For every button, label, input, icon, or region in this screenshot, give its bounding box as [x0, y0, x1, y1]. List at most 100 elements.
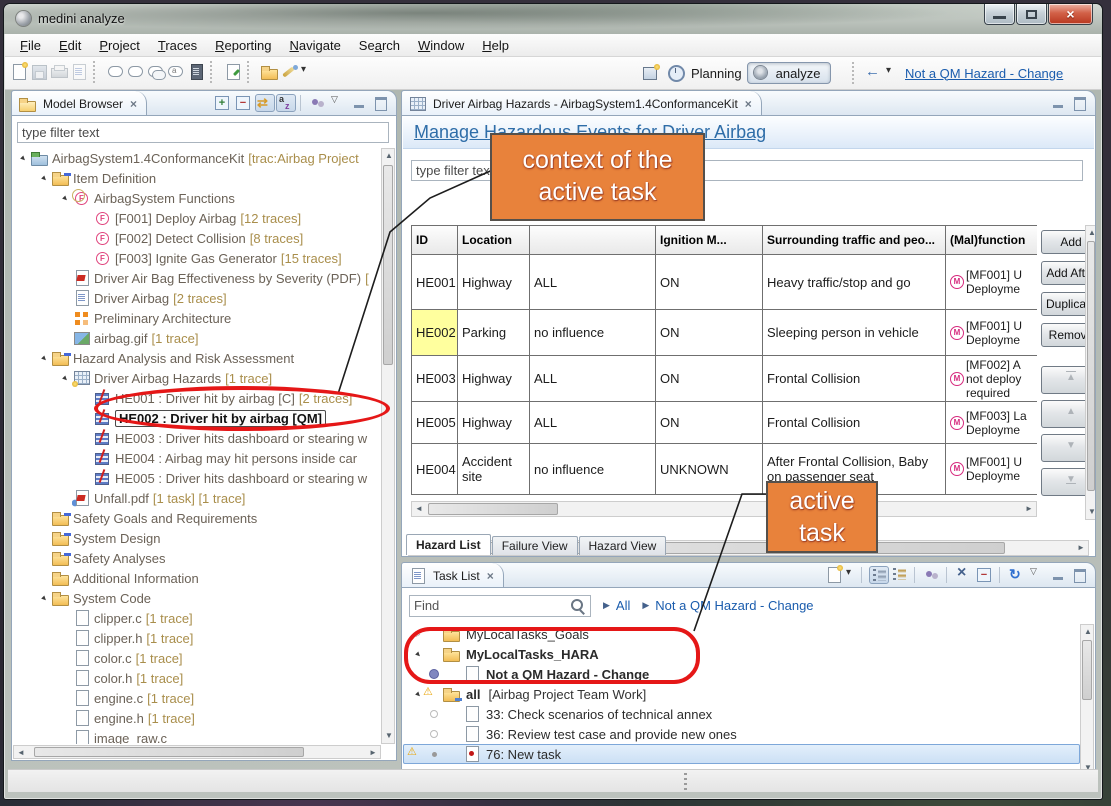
- view-menu-icon[interactable]: [329, 94, 349, 112]
- id-cell[interactable]: HE005: [412, 402, 458, 444]
- menu-project[interactable]: Project: [90, 36, 148, 55]
- checklist-icon[interactable]: [223, 63, 243, 81]
- table-cell[interactable]: Highway: [458, 402, 530, 444]
- expand-arrow-icon[interactable]: [410, 629, 426, 640]
- link-with-editor-icon[interactable]: [255, 94, 275, 112]
- collapse-all-icon[interactable]: [975, 566, 995, 584]
- dropdown-arrow-icon[interactable]: [845, 566, 857, 584]
- editor-vscrollbar[interactable]: ▲ ▼: [1085, 225, 1096, 520]
- id-cell[interactable]: HE002: [412, 310, 458, 356]
- tree-item[interactable]: [F003] Ignite Gas Generator[15 traces]: [13, 248, 381, 268]
- editor-tab[interactable]: Driver Airbag Hazards - AirbagSystem1.4C…: [402, 91, 762, 116]
- delete-task-icon[interactable]: [954, 566, 974, 584]
- open-perspective-icon[interactable]: [641, 64, 661, 82]
- menu-traces[interactable]: Traces: [149, 36, 206, 55]
- close-icon[interactable]: ×: [487, 569, 494, 583]
- column-header[interactable]: Surrounding traffic and peo...: [763, 225, 946, 255]
- save-icon[interactable]: [29, 63, 49, 81]
- tree-item[interactable]: Item Definition: [13, 168, 381, 188]
- back-icon[interactable]: [865, 64, 885, 82]
- malfunction-cell[interactable]: [MF003] LaDeployme: [946, 402, 1037, 444]
- model-browser-tab[interactable]: Model Browser ×: [12, 91, 147, 116]
- column-header[interactable]: Location: [458, 225, 530, 255]
- menu-file[interactable]: File: [11, 36, 50, 55]
- tree-item[interactable]: Safety Analyses: [13, 548, 381, 568]
- table-row[interactable]: HE005HighwayALLONFrontal Collision[MF003…: [412, 402, 1037, 444]
- tree-item[interactable]: Driver Airbag Hazards[1 trace]: [13, 368, 381, 388]
- crumb-all-link[interactable]: All: [616, 598, 630, 613]
- table-cell[interactable]: ON: [656, 402, 763, 444]
- move-bottom-button[interactable]: ▼: [1041, 468, 1085, 496]
- move-up-button[interactable]: ▲: [1041, 400, 1085, 428]
- tab-hazard-view[interactable]: Hazard View: [579, 536, 667, 555]
- tab-hazard-list[interactable]: Hazard List: [406, 534, 491, 555]
- malfunction-cell[interactable]: [MF001] UDeployme: [946, 255, 1037, 310]
- malfunction-cell[interactable]: [MF001] UDeployme: [946, 310, 1037, 356]
- active-task-link[interactable]: Not a QM Hazard - Change: [905, 66, 1063, 81]
- find-input[interactable]: [410, 596, 560, 615]
- group-schedule-icon[interactable]: [890, 566, 910, 584]
- table-cell[interactable]: ON: [656, 310, 763, 356]
- new-task-icon[interactable]: [824, 566, 844, 584]
- table-cell[interactable]: ON: [656, 255, 763, 310]
- table-cell[interactable]: UNKNOWN: [656, 444, 763, 495]
- model-tree-hscrollbar[interactable]: ◄ ►: [13, 745, 381, 759]
- table-cell[interactable]: Sleeping person in vehicle: [763, 310, 946, 356]
- table-cell[interactable]: no influence: [530, 310, 656, 356]
- tree-item[interactable]: Additional Information: [13, 568, 381, 588]
- tree-item[interactable]: clipper.h[1 trace]: [13, 628, 381, 648]
- maximize-icon[interactable]: [371, 94, 391, 112]
- table-cell[interactable]: no influence: [530, 444, 656, 495]
- model-tree-vscrollbar[interactable]: ▲ ▼: [381, 148, 395, 744]
- tree-item[interactable]: engine.h[1 trace]: [13, 708, 381, 728]
- table-cell[interactable]: ALL: [530, 255, 656, 310]
- id-cell[interactable]: HE001: [412, 255, 458, 310]
- expand-arrow-icon[interactable]: [412, 649, 425, 660]
- malfunction-cell[interactable]: [MF002] Anot deployrequired: [946, 356, 1037, 402]
- planning-perspective-label[interactable]: Planning: [691, 66, 742, 81]
- table-cell[interactable]: Highway: [458, 356, 530, 402]
- malfunction-cell[interactable]: [MF001] UDeployme: [946, 444, 1037, 495]
- tree-item[interactable]: color.c[1 trace]: [13, 648, 381, 668]
- synchronize-icon[interactable]: [1007, 566, 1027, 584]
- tree-item[interactable]: HE002 : Driver hit by airbag [QM]: [13, 408, 381, 428]
- column-header[interactable]: Ignition M...: [656, 225, 763, 255]
- minimize-window-button[interactable]: [984, 4, 1015, 25]
- minimize-icon[interactable]: [1049, 94, 1069, 112]
- task-row[interactable]: all[Airbag Project Team Work]: [403, 684, 1080, 704]
- expand-arrow-icon[interactable]: [38, 173, 51, 184]
- table-row[interactable]: HE003HighwayALLONFrontal Collision[MF002…: [412, 356, 1037, 402]
- tree-item[interactable]: engine.c[1 trace]: [13, 688, 381, 708]
- tree-item[interactable]: HE004 : Airbag may hit persons inside ca…: [13, 448, 381, 468]
- table-cell[interactable]: Heavy traffic/stop and go: [763, 255, 946, 310]
- menu-edit[interactable]: Edit: [50, 36, 90, 55]
- expand-arrow-icon[interactable]: [59, 373, 72, 384]
- tab-failure-view[interactable]: Failure View: [492, 536, 578, 555]
- tree-item[interactable]: airbag.gif[1 trace]: [13, 328, 381, 348]
- trace-report-icon[interactable]: [186, 63, 206, 81]
- close-window-button[interactable]: ×: [1048, 4, 1093, 25]
- close-icon[interactable]: ×: [130, 97, 137, 111]
- maximize-icon[interactable]: [1070, 94, 1090, 112]
- table-hscrollbar[interactable]: ◄ ►: [411, 501, 1037, 517]
- tree-item[interactable]: System Design: [13, 528, 381, 548]
- column-header[interactable]: (Mal)function: [946, 225, 1037, 255]
- tree-item[interactable]: [F002] Detect Collision[8 traces]: [13, 228, 381, 248]
- task-row[interactable]: Not a QM Hazard - Change: [403, 664, 1080, 684]
- table-row[interactable]: HE002Parkingno influenceONSleeping perso…: [412, 310, 1037, 356]
- tree-item[interactable]: HE001 : Driver hit by airbag [C][2 trace…: [13, 388, 381, 408]
- task-list-tab[interactable]: Task List ×: [402, 563, 504, 588]
- table-cell[interactable]: ON: [656, 356, 763, 402]
- tree-item[interactable]: HE003 : Driver hits dashboard or stearin…: [13, 428, 381, 448]
- remove-button[interactable]: Remove: [1041, 323, 1085, 347]
- add-after-button[interactable]: Add After: [1041, 261, 1085, 285]
- tree-item[interactable]: Unfall.pdf[1 task] [1 trace]: [13, 488, 381, 508]
- maximize-icon[interactable]: [1070, 566, 1090, 584]
- tree-item[interactable]: Hazard Analysis and Risk Assessment: [13, 348, 381, 368]
- status-grip[interactable]: [684, 773, 687, 790]
- tree-item[interactable]: AirbagSystem Functions: [13, 188, 381, 208]
- expand-arrow-icon[interactable]: [17, 153, 30, 164]
- task-row[interactable]: MyLocalTasks_Goals: [403, 624, 1080, 644]
- id-cell[interactable]: HE003: [412, 356, 458, 402]
- collapse-arrow-icon[interactable]: [412, 629, 425, 640]
